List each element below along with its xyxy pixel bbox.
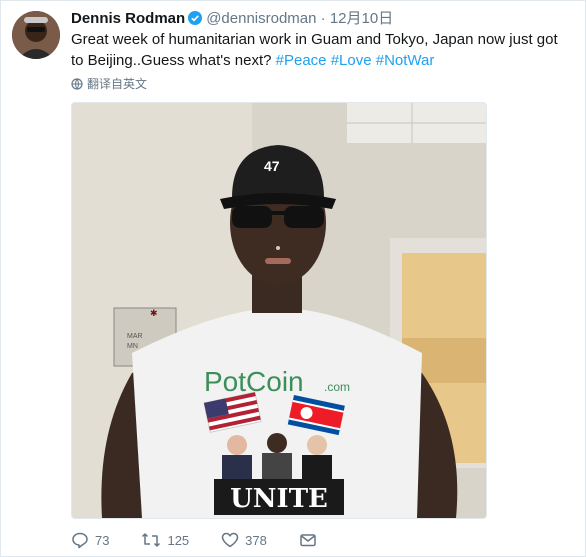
header-separator: · bbox=[320, 10, 326, 27]
retweet-button[interactable]: 125 bbox=[141, 531, 189, 549]
shirt-slogan: UNITE bbox=[230, 484, 328, 514]
tweet-text: Great week of humanitarian work in Guam … bbox=[71, 29, 561, 71]
translate-tweet[interactable]: 翻译自英文 bbox=[71, 75, 147, 92]
hashtag-notwar[interactable]: #NotWar bbox=[376, 52, 435, 69]
like-button[interactable]: 378 bbox=[221, 531, 267, 549]
direct-message-button[interactable] bbox=[299, 531, 317, 549]
verified-badge-icon bbox=[188, 11, 203, 25]
shirt-brand-suffix: .com bbox=[324, 380, 350, 394]
tweet-header: Dennis Rodman @dennisrodman · 12月10日 bbox=[71, 9, 393, 29]
reply-icon bbox=[72, 532, 88, 549]
cap-number: 47 bbox=[264, 158, 280, 174]
avatar[interactable] bbox=[12, 11, 60, 59]
svg-text:MAR: MAR bbox=[127, 333, 143, 340]
hashtag-peace[interactable]: #Peace bbox=[276, 52, 327, 69]
tweet-photo[interactable]: ✱ MAR MN 47 PotCoin .com UNITE bbox=[71, 102, 487, 519]
hashtag-love[interactable]: #Love bbox=[331, 52, 372, 69]
reply-count: 73 bbox=[95, 532, 110, 548]
retweet-icon bbox=[142, 533, 161, 547]
envelope-icon bbox=[300, 534, 316, 547]
tweet-date[interactable]: 12月10日 bbox=[330, 10, 393, 27]
author-handle[interactable]: @dennisrodman bbox=[206, 10, 316, 27]
tweet-actions: 73 125 378 bbox=[71, 529, 349, 551]
tweet-card: Dennis Rodman @dennisrodman · 12月10日 Grea… bbox=[0, 0, 586, 557]
heart-icon bbox=[221, 532, 239, 548]
translate-label: 翻译自英文 bbox=[87, 77, 148, 91]
svg-text:MN: MN bbox=[127, 343, 138, 350]
like-count: 378 bbox=[245, 532, 267, 548]
retweet-count: 125 bbox=[167, 532, 190, 548]
author-name[interactable]: Dennis Rodman bbox=[71, 10, 185, 27]
globe-icon bbox=[71, 77, 83, 90]
svg-text:✱: ✱ bbox=[150, 308, 158, 318]
reply-button[interactable]: 73 bbox=[71, 531, 109, 549]
